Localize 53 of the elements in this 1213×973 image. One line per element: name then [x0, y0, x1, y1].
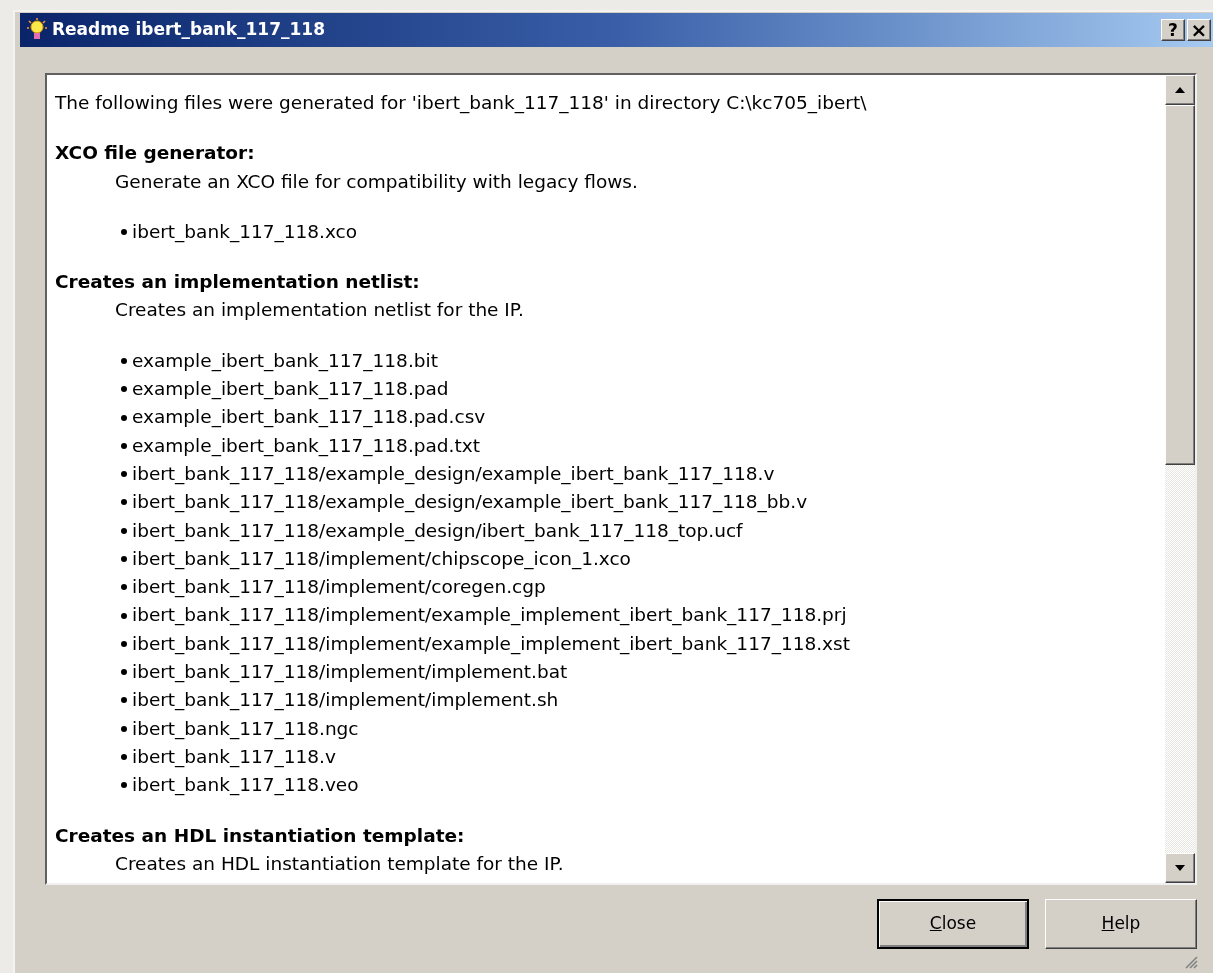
file-name: ibert_bank_117_118/implement/chipscope_icon_1.xco: [132, 546, 631, 572]
file-name: ibert_bank_117_118/example_design/ibert_bank_117_118_top.ucf: [132, 518, 743, 544]
section-heading: XCO file generator:: [55, 141, 255, 166]
section-description: Creates an implementation netlist for the IP.: [114, 298, 524, 323]
file-name: ibert_bank_117_118/implement/coregen.cgp: [132, 575, 546, 600]
scroll-down-button[interactable]: [1165, 853, 1195, 883]
file-name: example_ibert_bank_117_118.pad.csv: [132, 405, 486, 430]
intro-text: The following files were generated for 'ibert_bank_117_118' in directory C:\kc705_ibert\: [55, 91, 868, 116]
file-name: ibert_bank_117_118/implement/example_implement_ibert_bank_117_118.prj: [132, 603, 847, 628]
file-name: example_ibert_bank_117_118.pad.txt: [132, 433, 480, 459]
bullet-icon: [121, 471, 127, 478]
file-name: ibert_bank_117_118.veo: [132, 773, 359, 798]
section-description: Generate an XCO file for compatibility with legacy flows.: [114, 169, 638, 194]
dialog-button[interactable]: Help: [1045, 899, 1197, 949]
dialog-button[interactable]: Close: [877, 899, 1029, 949]
bullet-icon: [121, 229, 127, 236]
scroll-up-button[interactable]: [1165, 75, 1195, 105]
vertical-scrollbar[interactable]: [1165, 75, 1195, 883]
bullet-icon: [121, 697, 127, 704]
bullet-icon: [121, 556, 127, 562]
bullet-icon: [121, 782, 127, 789]
file-name: ibert_bank_117_118/example_design/example_ibert_bank_117_118.v: [132, 461, 775, 487]
bullet-icon: [121, 584, 127, 591]
file-name: example_ibert_bank_117_118.pad: [132, 377, 449, 402]
file-name: ibert_bank_117_118.xco: [132, 219, 357, 245]
bullet-icon: [121, 725, 127, 732]
bullet-icon: [121, 414, 127, 421]
scroll-thumb[interactable]: [1165, 105, 1195, 465]
file-name: ibert_bank_117_118.ngc: [132, 716, 359, 742]
file-name: ibert_bank_117_118/example_design/example_ibert_bank_117_118_bb.v: [132, 490, 808, 515]
bullet-icon: [121, 754, 127, 761]
window-title: Readme ibert_bank_117_118: [52, 18, 326, 42]
section-heading: Creates an implementation netlist:: [55, 270, 420, 295]
bullet-icon: [121, 527, 127, 534]
file-name: example_ibert_bank_117_118.bit: [132, 348, 438, 374]
bullet-icon: [121, 499, 127, 506]
resize-grip-icon: [1184, 955, 1198, 969]
close-button[interactable]: ×: [1187, 19, 1211, 41]
section-heading: Creates an HDL instantiation template:: [55, 823, 465, 848]
bullet-icon: [121, 640, 127, 647]
file-name: ibert_bank_117_118/implement/implement.bat: [132, 660, 568, 685]
bullet-icon: [121, 669, 127, 676]
bullet-icon: [121, 442, 127, 449]
file-name: ibert_bank_117_118/implement/example_implement_ibert_bank_117_118.xst: [132, 631, 850, 657]
file-name: ibert_bank_117_118.v: [132, 744, 336, 770]
up-arrow-icon: [1175, 87, 1185, 93]
bullet-icon: [121, 386, 127, 393]
down-arrow-icon: [1175, 865, 1185, 871]
bullet-icon: [121, 357, 127, 364]
help-button[interactable]: ?: [1161, 19, 1185, 41]
section-description: Creates an HDL instantiation template for the IP.: [114, 851, 564, 876]
file-name: ibert_bank_117_118/implement/implement.sh: [132, 688, 559, 713]
bullet-icon: [121, 612, 127, 619]
